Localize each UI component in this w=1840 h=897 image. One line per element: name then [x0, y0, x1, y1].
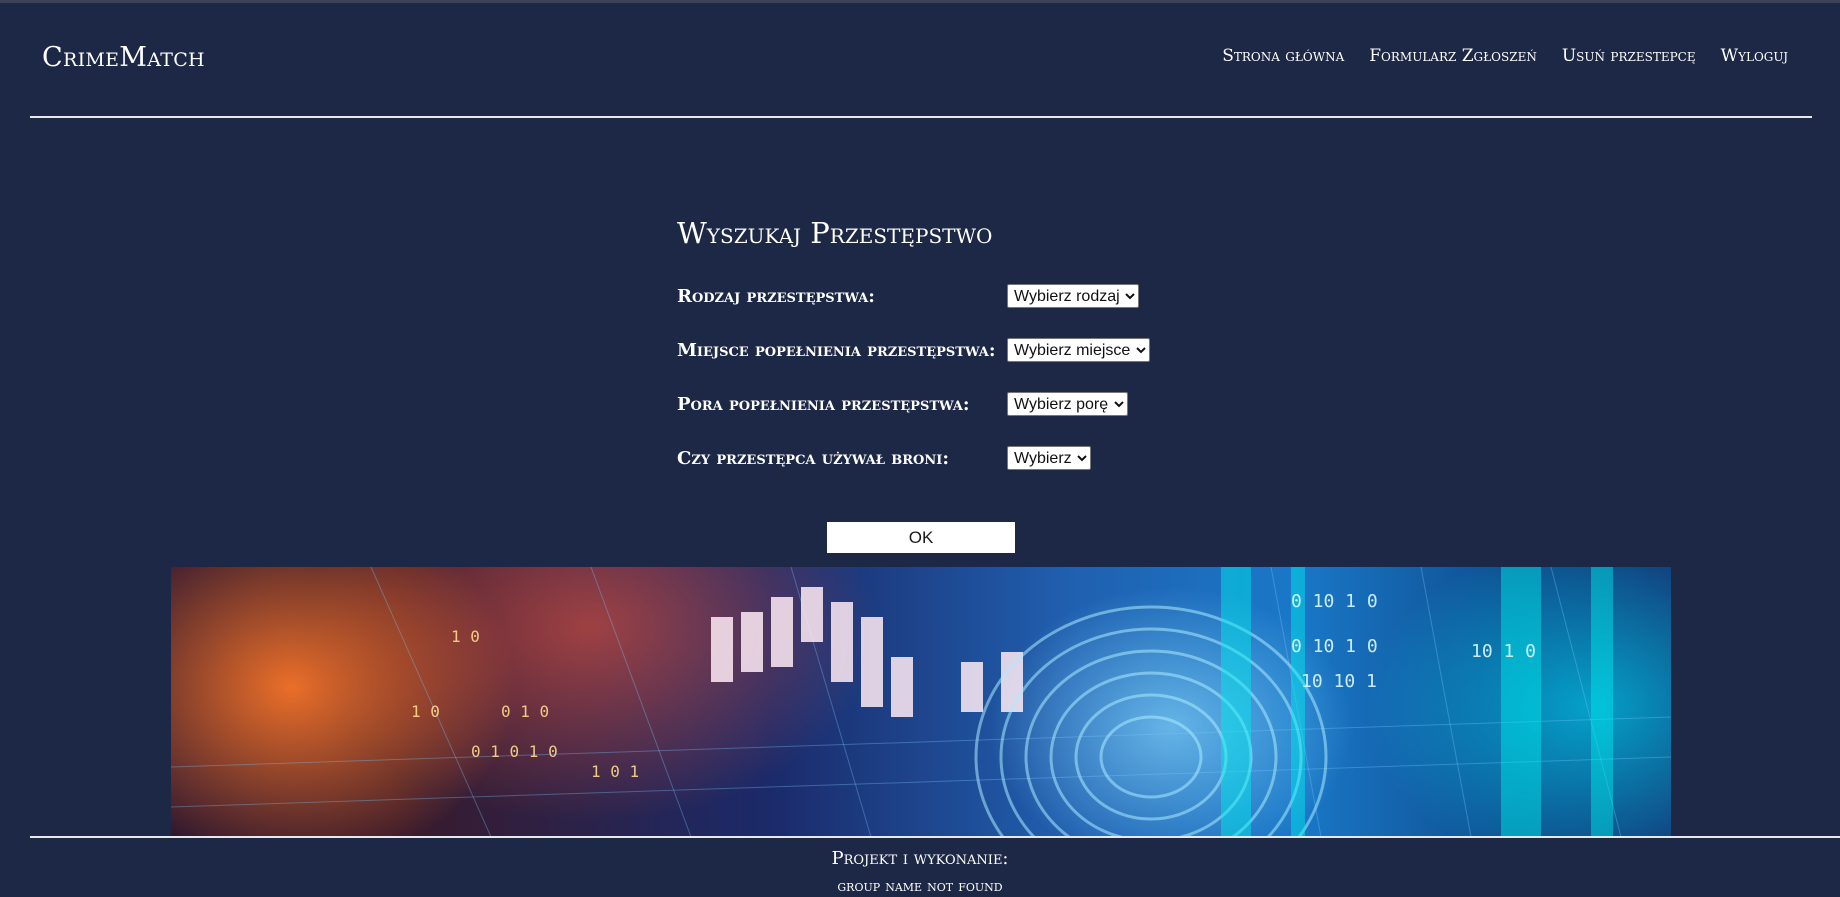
crime-time-label: Pora popełnienia przestępstwa: [677, 394, 970, 415]
form-row-crime-type: Rodzaj przestępstwa: Wybierz rodzaj [677, 284, 1197, 310]
nav-remove-offender[interactable]: Usuń przestepcę [1562, 46, 1696, 66]
form-row-crime-time: Pora popełnienia przestępstwa: Wybierz p… [677, 392, 1197, 418]
svg-text:10 1 0: 10 1 0 [1471, 641, 1536, 662]
weapon-used-label: Czy przestępca używał broni: [677, 448, 949, 469]
digital-fingerprint-banner: 1 0 0 1 0 0 1 0 1 0 1 0 1 1 0 0 10 1 0 0… [171, 567, 1671, 837]
form-row-weapon-used: Czy przestępca używał broni: Wybierz [677, 446, 1197, 472]
banner-graphic: 1 0 0 1 0 0 1 0 1 0 1 0 1 1 0 0 10 1 0 0… [171, 567, 1671, 837]
svg-text:10 10 1: 10 10 1 [1301, 671, 1377, 692]
crime-place-select[interactable]: Wybierz miejsce [1007, 338, 1150, 362]
svg-text:1 0: 1 0 [411, 702, 440, 721]
nav-logout[interactable]: Wyloguj [1721, 46, 1788, 66]
svg-text:0 1 0: 0 1 0 [501, 702, 549, 721]
footer-divider [30, 836, 1840, 838]
main-nav: Strona główna Formularz Zgłoszeń Usuń pr… [1222, 46, 1788, 66]
svg-text:0 10 1 0: 0 10 1 0 [1291, 636, 1378, 657]
svg-text:1 0: 1 0 [451, 627, 480, 646]
page-title: Wyszukaj Przestępstwo [677, 216, 993, 250]
nav-report-form[interactable]: Formularz Zgłoszeń [1369, 46, 1537, 66]
brand-logo[interactable]: CrimeMatch [42, 42, 205, 73]
svg-text:0 10 1 0: 0 10 1 0 [1291, 591, 1378, 612]
crime-type-select[interactable]: Wybierz rodzaj [1007, 284, 1139, 308]
window-top-border [0, 0, 1840, 3]
svg-text:0 1 0 1 0: 0 1 0 1 0 [471, 742, 558, 761]
form-row-crime-place: Miejsce popełnienia przestępstwa: Wybier… [677, 338, 1197, 364]
crime-type-label: Rodzaj przestępstwa: [677, 286, 875, 307]
header-divider [30, 116, 1812, 118]
footer-credits-label: Projekt i wykonanie: [831, 848, 1009, 869]
ok-button[interactable]: OK [827, 522, 1015, 553]
weapon-used-select[interactable]: Wybierz [1007, 446, 1091, 470]
footer-group-name: group name not found [837, 876, 1003, 895]
crime-place-label: Miejsce popełnienia przestępstwa: [677, 340, 996, 361]
svg-text:1 0 1: 1 0 1 [591, 762, 639, 781]
crime-time-select[interactable]: Wybierz porę [1007, 392, 1128, 416]
nav-home[interactable]: Strona główna [1222, 46, 1344, 66]
